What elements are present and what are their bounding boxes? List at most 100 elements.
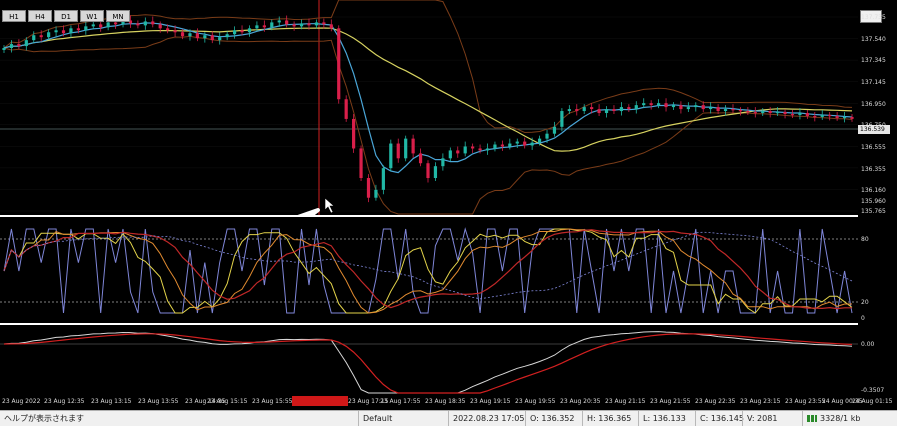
time-tick: 23 Aug 12:35 bbox=[44, 398, 85, 405]
price-tick: 135.765 bbox=[861, 208, 886, 215]
osc-tick: 20 bbox=[861, 299, 869, 306]
candle bbox=[69, 25, 73, 38]
candle bbox=[642, 98, 646, 109]
candle-body bbox=[493, 144, 497, 149]
candle-body bbox=[99, 24, 103, 28]
candle-body bbox=[575, 109, 579, 112]
candle-body bbox=[314, 22, 319, 26]
candle-body bbox=[552, 126, 557, 134]
candle bbox=[746, 107, 750, 115]
candle-body bbox=[716, 107, 720, 112]
timeframe-h1-button[interactable]: H1 bbox=[2, 10, 26, 22]
candle bbox=[783, 109, 787, 119]
candle-body bbox=[17, 44, 21, 47]
candle-body bbox=[39, 35, 43, 38]
macd-line-white bbox=[3, 331, 853, 394]
candle bbox=[686, 102, 690, 113]
time-tick: 24 Aug 01:15 bbox=[852, 398, 893, 405]
oscillator-line-blue bbox=[3, 227, 853, 314]
candle-body bbox=[329, 24, 333, 29]
status-low: L: 136.133 bbox=[638, 411, 698, 426]
candle bbox=[552, 121, 557, 137]
candle bbox=[790, 110, 795, 118]
candle-body bbox=[277, 20, 281, 23]
candle-body bbox=[850, 116, 854, 119]
candle-body bbox=[649, 103, 653, 106]
candle-body bbox=[783, 112, 787, 114]
candle-body bbox=[322, 22, 326, 25]
moving-average-fast bbox=[3, 22, 853, 174]
candle bbox=[322, 18, 326, 29]
candle-body bbox=[560, 111, 564, 127]
candle bbox=[2, 45, 6, 53]
candle-body bbox=[842, 116, 847, 119]
price-tick: 136.555 bbox=[861, 144, 886, 151]
time-tick: 23 Aug 15:15 bbox=[207, 398, 248, 405]
price-tick: 136.950 bbox=[861, 101, 886, 108]
candle bbox=[694, 102, 698, 112]
macd-pane[interactable] bbox=[0, 325, 858, 395]
candle bbox=[352, 114, 356, 153]
candle-body bbox=[761, 111, 765, 114]
candle-body bbox=[411, 138, 415, 154]
candle-body bbox=[270, 22, 274, 28]
candle bbox=[508, 138, 512, 150]
candle-body bbox=[307, 23, 311, 26]
candle-body bbox=[627, 107, 631, 110]
candle-body bbox=[582, 107, 586, 112]
status-open: O: 136.352 bbox=[525, 411, 585, 426]
candle bbox=[210, 31, 214, 44]
candle bbox=[314, 19, 319, 29]
timeframe-w1-button[interactable]: W1 bbox=[80, 10, 104, 22]
candle bbox=[411, 134, 415, 158]
candle-body bbox=[485, 148, 490, 151]
price-chart[interactable] bbox=[0, 0, 858, 215]
oscillator-line-orange bbox=[3, 228, 852, 314]
timeframe-toolbar: H1 H4 D1 W1 MN bbox=[2, 10, 130, 22]
candle bbox=[195, 28, 200, 42]
candle bbox=[582, 104, 586, 114]
price-tick: 136.160 bbox=[861, 187, 886, 194]
timeframe-d1-button[interactable]: D1 bbox=[54, 10, 78, 22]
timeframe-h4-button[interactable]: H4 bbox=[28, 10, 52, 22]
macd-signal-red bbox=[3, 333, 853, 394]
status-profile[interactable]: Default bbox=[358, 411, 448, 426]
candle bbox=[337, 25, 341, 104]
candle bbox=[381, 165, 385, 195]
candle bbox=[500, 140, 504, 151]
status-high: H: 136.365 bbox=[582, 411, 642, 426]
candle bbox=[597, 104, 601, 116]
candle bbox=[247, 25, 252, 37]
candle-body bbox=[91, 24, 95, 27]
candle bbox=[17, 39, 21, 50]
candle-body bbox=[232, 30, 237, 35]
candlesticks bbox=[2, 15, 854, 203]
candle bbox=[850, 114, 854, 122]
candle-body bbox=[612, 109, 616, 112]
candle-body bbox=[746, 111, 750, 113]
candle bbox=[232, 26, 237, 39]
candle bbox=[612, 105, 616, 114]
status-help-text: ヘルプが表示されます bbox=[4, 414, 84, 423]
candle-body bbox=[32, 35, 36, 41]
candle-body bbox=[299, 23, 304, 27]
price-tick: 135.960 bbox=[861, 198, 886, 205]
candle bbox=[359, 145, 363, 181]
candle bbox=[225, 31, 229, 41]
timeframe-mn-button[interactable]: MN bbox=[106, 10, 130, 22]
candle-body bbox=[381, 168, 385, 190]
time-tick: 23 Aug 2022 bbox=[2, 398, 41, 405]
candle-body bbox=[143, 21, 147, 26]
candle bbox=[649, 100, 653, 110]
candle-body bbox=[545, 133, 549, 139]
candle-body bbox=[590, 107, 594, 110]
candle-body bbox=[642, 103, 646, 106]
status-datetime: 2022.08.23 17:05 bbox=[448, 411, 528, 426]
candle bbox=[738, 107, 743, 116]
candle bbox=[485, 143, 490, 155]
osc-tick: 80 bbox=[861, 236, 869, 243]
candle-body bbox=[694, 105, 698, 108]
status-volume: V: 2081 bbox=[742, 411, 805, 426]
stochastic-oscillator-pane[interactable] bbox=[0, 217, 858, 323]
candle-body bbox=[768, 111, 772, 114]
